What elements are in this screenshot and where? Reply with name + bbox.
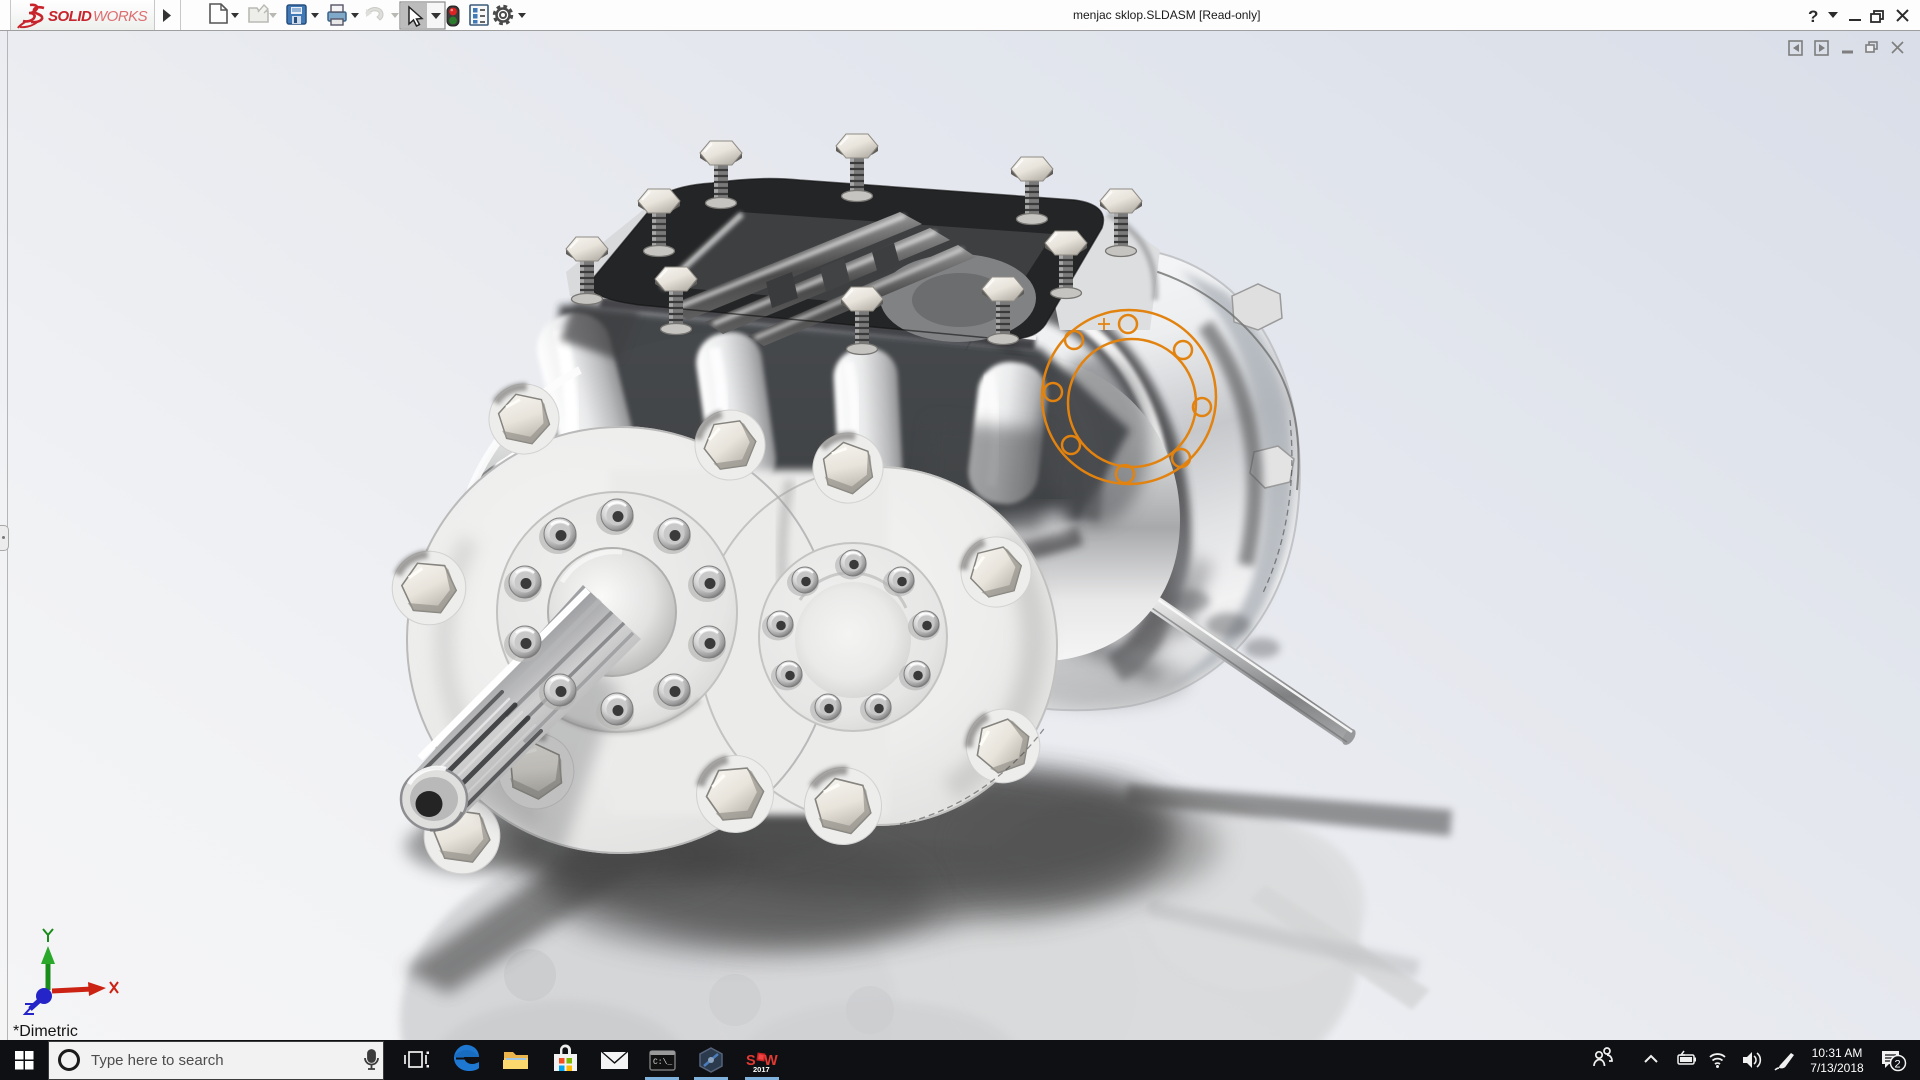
svg-text:2017: 2017 (753, 1065, 770, 1074)
svg-text:?: ? (1808, 7, 1818, 26)
svg-text:C:\_: C:\_ (653, 1058, 672, 1067)
svg-text:SOLID: SOLID (48, 8, 92, 25)
svg-text:2: 2 (1895, 1059, 1901, 1071)
svg-text:WORKS: WORKS (93, 8, 148, 25)
